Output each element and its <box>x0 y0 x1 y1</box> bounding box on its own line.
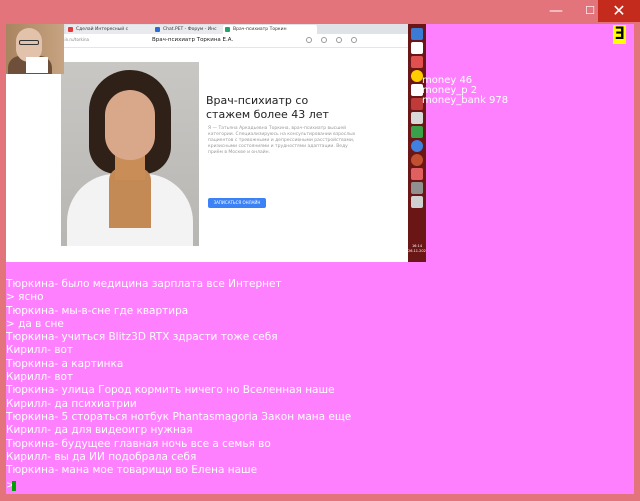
taskbar-app-icon <box>411 140 423 152</box>
chat-line: Тюркина- было медицина зарплата все Инте… <box>6 278 282 290</box>
chat-line: Тюркина- улица Город кормить ничего но В… <box>6 384 335 397</box>
tab-label: Врач-психиатр Торкин <box>233 27 287 32</box>
chat-line: > ясно <box>6 291 44 304</box>
menu-icon <box>351 37 357 43</box>
chat-line: Тюркина- мана мое товарищи во Елена наше <box>6 464 258 477</box>
taskbar-app-icon <box>411 42 423 54</box>
chat-line: Кирилл- вы да ИИ подобрала себя <box>6 450 197 463</box>
tab-favicon-icon <box>68 27 73 32</box>
bookmark-icon <box>306 37 312 43</box>
embedded-screenshot: Сделай Интересный с Chat.PET - Форум - И… <box>6 24 426 262</box>
tab-favicon-icon <box>155 27 160 32</box>
taskbar-app-icon <box>411 182 423 194</box>
money-readout: money 46 money_p 2 money_bank 978 <box>422 76 508 106</box>
taskbar-app-icon <box>411 28 423 40</box>
title-bar[interactable]: — ☐ ✕ <box>0 0 640 24</box>
chat-line: Кирилл- да психиатрии <box>6 397 137 410</box>
vertical-taskbar: 16:14 26.11.2024 <box>408 24 426 262</box>
taskbar-app-icon <box>411 168 423 180</box>
taskbar-app-icon <box>411 56 423 68</box>
chat-line: Тюркина- будущее главная ночь все а семь… <box>6 437 271 450</box>
browser-tab-strip: Сделай Интересный с Chat.PET - Форум - И… <box>6 24 408 34</box>
profile-icon <box>336 37 342 43</box>
browser-address-bar: hospital.domain.ru/torkina Врач-психиатр… <box>6 34 408 48</box>
chat-line: Кирилл- да для видеоигр нужная <box>6 424 193 437</box>
browser-tab: Сделай Интересный с <box>66 25 161 34</box>
tab-label: Chat.PET - Форум - Инс <box>163 27 217 32</box>
app-window: — ☐ ✕ Сделай Интересный с Chat.PET - Фор… <box>0 0 640 501</box>
taskbar-clock: 16:14 26.11.2024 <box>408 244 426 253</box>
browser-tab-active: Врач-психиатр Торкин <box>223 25 317 34</box>
doctor-photo <box>61 62 199 246</box>
chat-line: > да в сне <box>6 317 64 330</box>
page-header-text: Врач-психиатр Торкина Е.А. <box>152 37 234 43</box>
taskbar-app-icon <box>411 154 423 166</box>
page-headline: Врач-психиатр со стажем более 43 лет <box>206 94 329 121</box>
doctor-bio: Я — Татьяна Аркадьевна Торкина, врач-пси… <box>208 126 356 155</box>
book-online-button: ЗАПИСАТЬСЯ ОНЛАЙН <box>208 198 266 208</box>
chat-log: Тюркина- было медицина зарплата все Инте… <box>6 278 634 477</box>
client-area: Сделай Интересный с Chat.PET - Форум - И… <box>6 24 634 494</box>
tab-favicon-icon <box>225 27 230 32</box>
chat-line: Тюркина- учиться Blitz3D RTX здрасти тож… <box>6 331 278 344</box>
taskbar-app-icon <box>411 126 423 138</box>
taskbar-app-icon <box>411 112 423 124</box>
browser-tab: Chat.PET - Форум - Инс <box>153 25 231 34</box>
chat-line: Кирилл- вот <box>6 344 74 357</box>
input-prompt[interactable]: > <box>6 480 20 492</box>
chat-line: Кирилл- вот <box>6 371 74 384</box>
taskbar-app-icon <box>411 196 423 208</box>
text-cursor <box>12 481 16 491</box>
extension-icon <box>321 37 327 43</box>
tab-label: Сделай Интересный с <box>76 27 129 32</box>
chat-line: Тюркина- мы-в-сне где квартира <box>6 304 189 317</box>
chat-line: Тюркина- а картинка <box>6 357 124 370</box>
money-bank-value: money_bank 978 <box>422 95 509 106</box>
webcam-overlay <box>6 24 64 74</box>
close-button[interactable]: ✕ <box>598 0 640 22</box>
chat-line: Тюркина- 5 стораться нотбук Phantasmagor… <box>6 410 352 423</box>
status-badge: Ǝ <box>613 24 626 44</box>
